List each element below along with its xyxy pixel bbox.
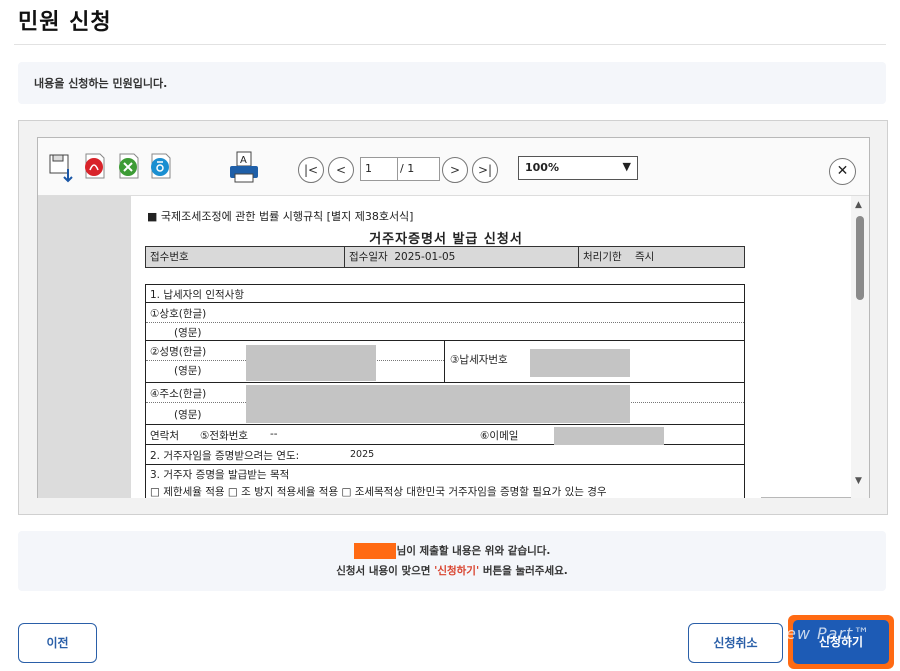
document-page: ■ 국제조세조정에 관한 법률 시행규칙 [별지 제38호서식] 거주자증명서 … (131, 196, 761, 498)
redacted-email (554, 427, 664, 445)
taxpayer-no-label: ③납세자번호 (450, 354, 508, 366)
notice-line-2-prefix: 신청서 내용이 맞으면 (336, 565, 435, 577)
next-page-button[interactable]: > (442, 157, 468, 183)
intro-text: 내용을 신청하는 민원입니다. (34, 77, 168, 90)
submit-application-button[interactable]: 신청하기 (788, 615, 894, 669)
divider (14, 44, 886, 45)
form-caption: ■ 국제조세조정에 관한 법률 시행규칙 [별지 제38호서식] (147, 210, 414, 223)
redacted-applicant-name (353, 543, 396, 559)
document-viewer: A |< < 1 / 1 > >| 100% ▼ ✕ ■ 국제조세조정에 관한 … (37, 137, 870, 498)
page-total: / 1 (398, 157, 440, 181)
notice-line-2-suffix: 버튼을 눌러주세요. (479, 565, 568, 577)
receipt-date-cell: 접수일자 2025-01-05 (344, 247, 455, 267)
receipt-date-label: 접수일자 (349, 251, 388, 263)
section3-options: □ 제한세율 적용 □ 조 방지 적용세율 적용 □ 조세목적상 대한민국 거주… (150, 486, 607, 498)
phone-label: ⑤전화번호 (200, 430, 249, 442)
contact-label: 연락처 (150, 430, 179, 442)
name-eng-label: (영문) (174, 365, 202, 377)
confirmation-notice: 님이 제출할 내용은 위와 같습니다. 신청서 내용이 맞으면 '신청하기' 버… (18, 531, 886, 591)
redacted-name (246, 345, 376, 381)
cancel-application-button[interactable]: 신청취소 (688, 623, 783, 663)
viewer-toolbar: A |< < 1 / 1 > >| 100% ▼ ✕ (38, 138, 869, 196)
page-number-input[interactable]: 1 (360, 157, 398, 181)
pdf-icon[interactable] (82, 152, 108, 180)
deadline-label: 처리기한 (583, 251, 622, 263)
section1-row: 1. 납세자의 인적사항 (146, 285, 744, 303)
deadline-cell: 처리기한 즉시 (578, 247, 654, 267)
divider (444, 341, 445, 383)
submit-button-label: 신청하기 (793, 620, 889, 664)
prev-page-button[interactable]: < (328, 157, 354, 183)
prev-button[interactable]: 이전 (18, 623, 97, 663)
save-icon[interactable] (48, 153, 76, 185)
section2-row: 2. 거주자임을 증명받으려는 연도: 2025 (146, 445, 744, 465)
document-viewer-container: A |< < 1 / 1 > >| 100% ▼ ✕ ■ 국제조세조정에 관한 … (18, 120, 888, 515)
redacted-address (246, 385, 630, 423)
zoom-value: 100% (525, 161, 559, 174)
company-eng-row: (영문) (146, 323, 744, 341)
name-block: (영문) ③납세자번호 (146, 341, 744, 383)
notice-line-2-highlight: '신청하기' (434, 565, 480, 577)
page-title: 민원 신청 (18, 10, 112, 35)
taxpayer-info-table: 1. 납세자의 인적사항 ①상호(한글) (영문) ②성명(한글) (영문) ③… (145, 284, 745, 498)
company-kor-label: ①상호(한글) (150, 308, 207, 320)
receipt-header-row: 접수번호 접수일자 2025-01-05 처리기한 즉시 (145, 246, 745, 268)
receipt-no-label: 접수번호 (150, 251, 189, 263)
email-label: ⑥이메일 (480, 430, 519, 442)
scroll-thumb[interactable] (856, 216, 864, 300)
receipt-date-value: 2025-01-05 (394, 251, 456, 263)
document-area: ■ 국제조세조정에 관한 법률 시행규칙 [별지 제38호서식] 거주자증명서 … (38, 196, 761, 498)
form-title: 거주자증명서 발급 신청서 (369, 232, 523, 247)
hwp-icon[interactable] (148, 152, 174, 180)
section1-title: 1. 납세자의 인적사항 (150, 289, 244, 301)
deadline-value: 즉시 (635, 251, 655, 263)
chevron-down-icon: ▼ (622, 160, 631, 173)
last-page-icon: >| (477, 163, 493, 177)
section3-row: 3. 거주자 증명을 발급받는 목적 □ 제한세율 적용 □ 조 방지 적용세율… (146, 465, 744, 498)
close-icon: ✕ (836, 163, 849, 179)
svg-text:A: A (240, 155, 247, 166)
notice-line-2: 신청서 내용이 맞으면 '신청하기' 버튼을 눌러주세요. (18, 563, 886, 578)
scroll-down-icon[interactable]: ▼ (855, 476, 862, 486)
section2-value: 2025 (350, 449, 375, 460)
next-page-icon: > (449, 163, 461, 177)
notice-line-1-text: 님이 제출할 내용은 위와 같습니다. (396, 545, 551, 557)
company-eng-label: (영문) (174, 327, 202, 339)
first-page-button[interactable]: |< (298, 157, 324, 183)
section3-title: 3. 거주자 증명을 발급받는 목적 (150, 469, 290, 481)
redacted-taxpayer-no (530, 349, 630, 377)
address-kor-label: ④주소(한글) (150, 388, 207, 400)
close-viewer-button[interactable]: ✕ (829, 158, 856, 185)
excel-icon[interactable] (116, 152, 142, 180)
notice-line-1: 님이 제출할 내용은 위와 같습니다. (18, 543, 886, 559)
company-kor-row: ①상호(한글) (146, 303, 744, 323)
section2-title: 2. 거주자임을 증명받으려는 연도: (150, 450, 300, 462)
last-page-button[interactable]: >| (472, 157, 498, 183)
vertical-scrollbar[interactable]: ▲ ▼ (851, 196, 869, 498)
print-icon[interactable]: A (228, 150, 260, 184)
phone-value: -- (270, 428, 278, 440)
prev-page-icon: < (335, 163, 347, 177)
intro-box: 내용을 신청하는 민원입니다. (18, 62, 886, 104)
address-eng-label: (영문) (174, 409, 202, 421)
scroll-up-icon[interactable]: ▲ (855, 200, 862, 210)
zoom-select[interactable]: 100% ▼ (518, 156, 638, 180)
first-page-icon: |< (303, 163, 319, 177)
